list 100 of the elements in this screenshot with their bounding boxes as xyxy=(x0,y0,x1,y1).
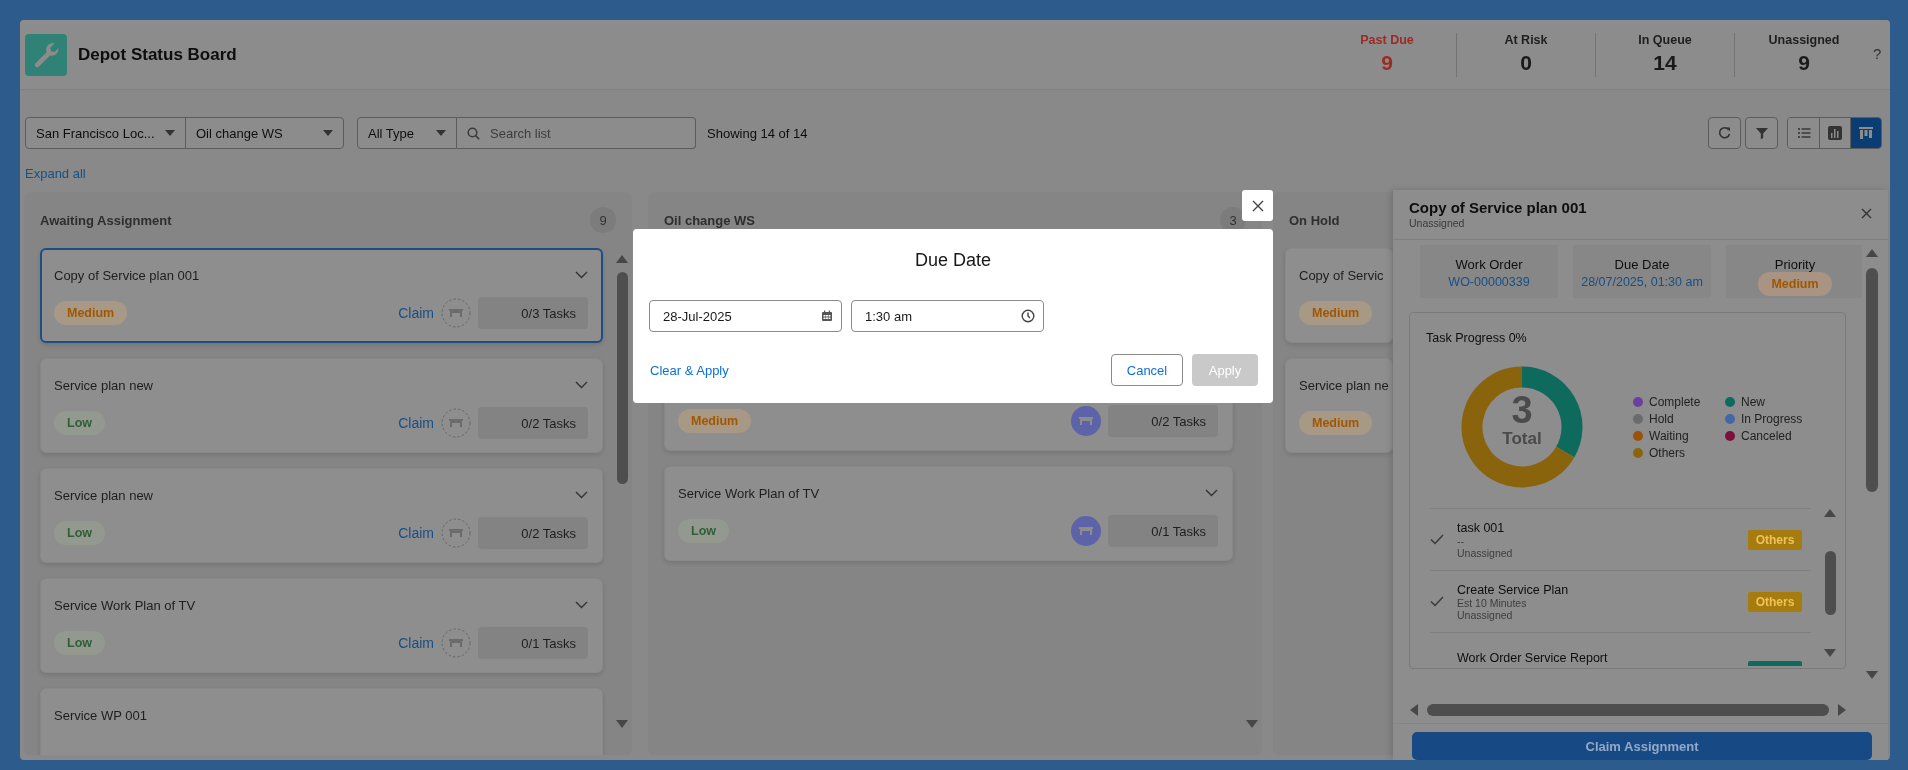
task-row[interactable]: Work Order Service Report xyxy=(1430,632,1811,666)
task-row[interactable]: task 001 -- Unassigned Others xyxy=(1430,508,1811,570)
column-title: Awaiting Assignment xyxy=(40,212,172,228)
legend-label: Canceled xyxy=(1741,428,1792,443)
work-order-card[interactable]: Service Work Plan of TV Low Claim 0/1 Tasks xyxy=(40,578,603,673)
type-dropdown[interactable]: All Type xyxy=(357,117,457,149)
status-badge: Others xyxy=(1748,529,1802,550)
scrollbar-thumb[interactable] xyxy=(1427,703,1829,716)
stat-label: In Queue xyxy=(1638,32,1692,47)
scrollbar-thumb[interactable] xyxy=(1866,268,1878,492)
priority-badge: Medium xyxy=(54,301,128,325)
card-title: Service Work Plan of TV xyxy=(678,485,820,501)
clock-icon[interactable] xyxy=(1021,309,1035,323)
refresh-icon xyxy=(1716,125,1733,141)
field-label: Due Date xyxy=(1614,257,1670,272)
scroll-up-icon[interactable] xyxy=(615,254,629,264)
app-title: Depot Status Board xyxy=(78,44,237,65)
check-icon[interactable] xyxy=(1430,534,1444,545)
legend-label: Others xyxy=(1649,445,1685,460)
legend-label: New xyxy=(1741,394,1765,409)
column-title: Oil change WS xyxy=(664,212,755,228)
time-field[interactable]: 1:30 am xyxy=(851,300,1044,332)
work-order-card[interactable]: Service plan new Low Claim 0/2 Tasks xyxy=(40,468,603,563)
priority-badge: Medium xyxy=(678,409,752,433)
task-count: 0/1 Tasks xyxy=(478,627,588,659)
work-order-card[interactable]: Service plan ne Medium xyxy=(1285,358,1393,453)
task-detail: Unassigned xyxy=(1457,608,1514,621)
scrollbar-thumb[interactable] xyxy=(1824,551,1836,615)
claim-link[interactable]: Claim xyxy=(398,415,434,431)
work-order-card[interactable]: Copy of Servic Medium xyxy=(1285,248,1393,343)
task-detail: Est 10 Minutes xyxy=(1457,596,1528,609)
search-field[interactable]: Search list xyxy=(457,117,696,149)
stat-value: 14 xyxy=(1653,50,1677,75)
check-icon[interactable] xyxy=(1430,596,1444,607)
priority-badge: Medium xyxy=(1299,411,1373,435)
scroll-right-icon[interactable] xyxy=(1837,702,1847,717)
card-title: Service WP 001 xyxy=(54,707,147,723)
work-order-card[interactable]: Service WP 001 xyxy=(40,688,603,755)
claim-link[interactable]: Claim xyxy=(398,525,434,541)
task-count: 0/3 Tasks xyxy=(478,297,588,329)
scroll-down-icon[interactable] xyxy=(615,719,629,729)
stat-value: 0 xyxy=(1520,50,1532,75)
total-count: 3 xyxy=(1510,390,1534,430)
progress-title: Task Progress 0% xyxy=(1426,331,1528,345)
dialog-title: Due Date xyxy=(913,249,992,271)
location-dropdown[interactable]: San Francisco Loc... xyxy=(26,118,186,148)
help-button[interactable]: ? xyxy=(1873,45,1890,62)
stat-label: Unassigned xyxy=(1768,32,1840,47)
chevron-down-icon[interactable] xyxy=(575,491,588,499)
priority-badge: Medium xyxy=(1758,272,1832,296)
column-title: On Hold xyxy=(1289,212,1340,228)
search-icon xyxy=(467,126,480,140)
close-button[interactable] xyxy=(1242,190,1273,221)
work-order-card[interactable]: Service plan new Low Claim 0/2 Tasks xyxy=(40,358,603,453)
priority-badge: Low xyxy=(54,411,105,435)
status-badge: Others xyxy=(1748,591,1802,612)
caret-down-icon xyxy=(323,130,333,136)
total-label: Total xyxy=(1501,429,1543,449)
priority-badge: Low xyxy=(54,631,105,655)
scroll-down-icon[interactable] xyxy=(1245,719,1259,729)
task-name: task 001 xyxy=(1457,520,1506,535)
clear-apply-link[interactable]: Clear & Apply xyxy=(650,362,729,378)
task-count: 0/2 Tasks xyxy=(478,407,588,439)
chart-view-icon xyxy=(1827,125,1843,141)
scrollbar-thumb[interactable] xyxy=(616,272,628,484)
filter-button[interactable] xyxy=(1745,117,1778,149)
card-title: Service plan new xyxy=(54,377,153,393)
claim-link[interactable]: Claim xyxy=(398,305,434,321)
claim-link[interactable]: Claim xyxy=(398,635,434,651)
chevron-down-icon[interactable] xyxy=(575,271,588,279)
claim-assignment-button[interactable]: Claim Assignment xyxy=(1412,732,1872,760)
calendar-icon[interactable] xyxy=(821,310,833,322)
wrench-logo-icon xyxy=(25,33,67,76)
scroll-down-icon[interactable] xyxy=(1823,648,1837,658)
chevron-down-icon[interactable] xyxy=(575,601,588,609)
cancel-button[interactable]: Cancel xyxy=(1111,354,1183,386)
card-title: Service plan ne xyxy=(1299,377,1389,393)
task-count: 0/2 Tasks xyxy=(478,517,588,549)
chevron-down-icon[interactable] xyxy=(1205,489,1218,497)
caret-down-icon xyxy=(436,130,446,136)
scroll-left-icon[interactable] xyxy=(1409,702,1419,717)
legend-label: Complete xyxy=(1649,394,1701,409)
chevron-down-icon[interactable] xyxy=(575,381,588,389)
search-input[interactable]: Search list xyxy=(488,124,682,142)
refresh-button[interactable] xyxy=(1708,117,1741,149)
close-icon[interactable] xyxy=(1861,208,1872,219)
scroll-up-icon[interactable] xyxy=(1823,508,1837,518)
stat-value: 9 xyxy=(1798,50,1810,75)
station-dropdown[interactable]: Oil change WS xyxy=(186,118,343,148)
work-order-card[interactable]: Copy of Service plan 001 Medium Claim 0/3 Tasks xyxy=(40,248,603,343)
work-order-card[interactable]: Service Work Plan of TV Low 0/1 Tasks xyxy=(664,466,1233,561)
task-count: 0/1 Tasks xyxy=(1108,515,1218,547)
scroll-up-icon[interactable] xyxy=(1865,248,1879,258)
date-field[interactable]: 28-Jul-2025 xyxy=(649,300,842,332)
task-detail: Unassigned xyxy=(1457,546,1513,559)
scroll-down-icon[interactable] xyxy=(1865,670,1879,680)
legend-label: Waiting xyxy=(1649,428,1689,443)
field-label: Work Order xyxy=(1455,257,1523,272)
board-view-button[interactable] xyxy=(1850,118,1881,148)
task-row[interactable]: Create Service Plan Est 10 Minutes Unassigned Others xyxy=(1430,570,1811,632)
